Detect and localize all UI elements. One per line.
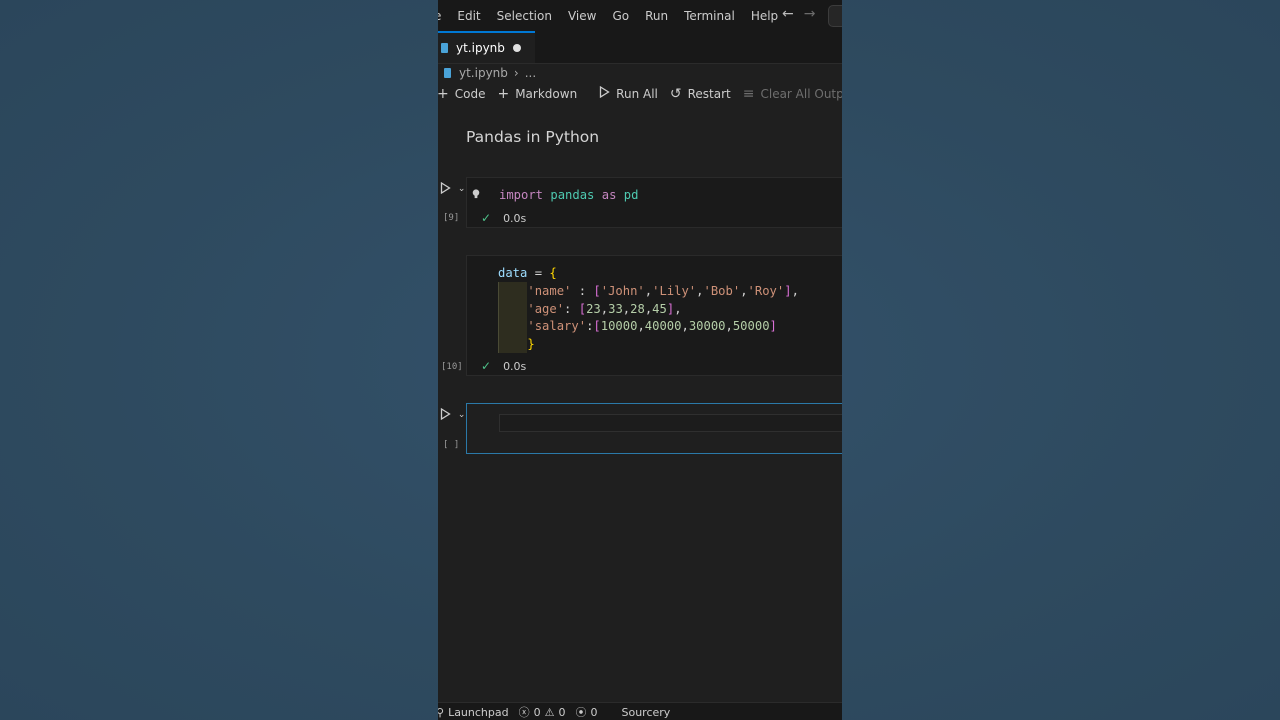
cell-status: ✓ 0.0s xyxy=(481,359,526,373)
run-all-label: Run All xyxy=(616,87,658,101)
restart-label: Restart xyxy=(687,87,731,101)
launchpad-item[interactable]: ⚲ Launchpad xyxy=(438,706,509,719)
vscode-window: e Edit Selection View Go Run Terminal He… xyxy=(438,0,842,720)
cell-time: 0.0s xyxy=(503,359,527,373)
breadcrumb-file[interactable]: yt.ipynb xyxy=(459,66,508,80)
forward-arrow-icon[interactable]: → xyxy=(804,6,816,22)
tab-label: yt.ipynb xyxy=(456,41,505,55)
cell-run-controls: ⌄ xyxy=(440,180,465,194)
chevron-right-icon: › xyxy=(513,66,519,80)
check-icon: ✓ xyxy=(481,211,492,225)
breadcrumb: yt.ipynb › ... xyxy=(444,64,536,82)
execution-count: [9] xyxy=(443,213,460,223)
warning-count: 0 xyxy=(558,705,566,719)
menu-file-partial[interactable]: e xyxy=(438,9,449,23)
clear-outputs-icon: ≡ xyxy=(742,86,755,102)
run-cell-icon[interactable] xyxy=(440,181,451,194)
menu-help[interactable]: Help xyxy=(743,9,786,23)
restart-button[interactable]: ↺ Restart xyxy=(670,86,731,102)
ports-item[interactable]: ⦿ 0 xyxy=(575,704,597,720)
error-icon: ⓧ xyxy=(518,706,530,719)
run-cell-icon[interactable] xyxy=(440,407,451,420)
menu-view[interactable]: View xyxy=(560,9,604,23)
ports-count: 0 xyxy=(590,705,598,719)
execution-count: [10] xyxy=(441,362,463,372)
run-all-button[interactable]: Run All xyxy=(599,85,658,102)
broadcast-icon: ⦿ xyxy=(575,706,587,719)
menu-terminal[interactable]: Terminal xyxy=(676,9,743,23)
add-markdown-label: Markdown xyxy=(515,87,578,101)
clear-all-outputs-button[interactable]: ≡ Clear All Outputs xyxy=(743,86,842,102)
warning-icon: ⚠ xyxy=(544,705,555,719)
notebook-icon xyxy=(441,43,448,53)
status-bar: ⚲ Launchpad ⓧ 0 ⚠ 0 ⦿ 0 Sourcery xyxy=(438,702,842,720)
add-code-button[interactable]: + Code xyxy=(438,86,485,102)
add-code-label: Code xyxy=(454,87,486,101)
command-center[interactable] xyxy=(828,5,842,27)
plus-icon: + xyxy=(497,86,510,102)
launchpad-label: Launchpad xyxy=(448,705,509,719)
nav-arrows: ← → xyxy=(782,6,815,22)
menu-run[interactable]: Run xyxy=(637,9,676,23)
notebook-toolbar: + Code + Markdown Run All ↺ Restart ≡ Cl… xyxy=(438,83,842,105)
execution-count: [ ] xyxy=(443,440,460,450)
plus-icon: + xyxy=(438,86,449,102)
clear-all-outputs-label: Clear All Outputs xyxy=(760,87,842,101)
sourcery-label: Sourcery xyxy=(621,705,671,719)
menu-go[interactable]: Go xyxy=(604,9,637,23)
tab-bar: yt.ipynb xyxy=(438,31,842,64)
code-input[interactable] xyxy=(499,414,842,432)
tab-yt-ipynb[interactable]: yt.ipynb xyxy=(438,31,535,63)
check-icon: ✓ xyxy=(481,359,492,373)
chevron-down-icon[interactable]: ⌄ xyxy=(458,184,466,194)
cell-status: ✓ 0.0s xyxy=(481,211,526,225)
cell-time: 0.0s xyxy=(503,211,527,225)
code-line: import pandas as pd xyxy=(499,188,639,202)
lightbulb-icon[interactable] xyxy=(472,189,480,199)
menu-selection[interactable]: Selection xyxy=(489,9,560,23)
markdown-cell-title[interactable]: Pandas in Python xyxy=(466,128,599,146)
breadcrumb-rest[interactable]: ... xyxy=(525,66,536,80)
code-cell-3[interactable] xyxy=(466,403,842,454)
play-icon xyxy=(599,85,610,102)
add-markdown-button[interactable]: + Markdown xyxy=(497,86,577,102)
problems-item[interactable]: ⓧ 0 ⚠ 0 xyxy=(519,704,566,720)
rocket-icon: ⚲ xyxy=(438,705,445,719)
code-cell-1[interactable]: import pandas as pd ✓ 0.0s xyxy=(466,177,842,228)
code-block: data = { 'name' : ['John','Lily','Bob','… xyxy=(498,266,799,352)
error-count: 0 xyxy=(533,705,541,719)
back-arrow-icon[interactable]: ← xyxy=(782,6,794,22)
code-cell-2[interactable]: data = { 'name' : ['John','Lily','Bob','… xyxy=(466,255,842,376)
restart-icon: ↺ xyxy=(669,86,682,102)
sourcery-item[interactable]: Sourcery xyxy=(621,706,670,719)
menu-edit[interactable]: Edit xyxy=(449,9,488,23)
cell-run-controls: ⌄ xyxy=(440,406,465,420)
unsaved-dot-icon[interactable] xyxy=(513,44,521,52)
notebook-icon xyxy=(444,68,451,78)
chevron-down-icon[interactable]: ⌄ xyxy=(458,410,466,420)
